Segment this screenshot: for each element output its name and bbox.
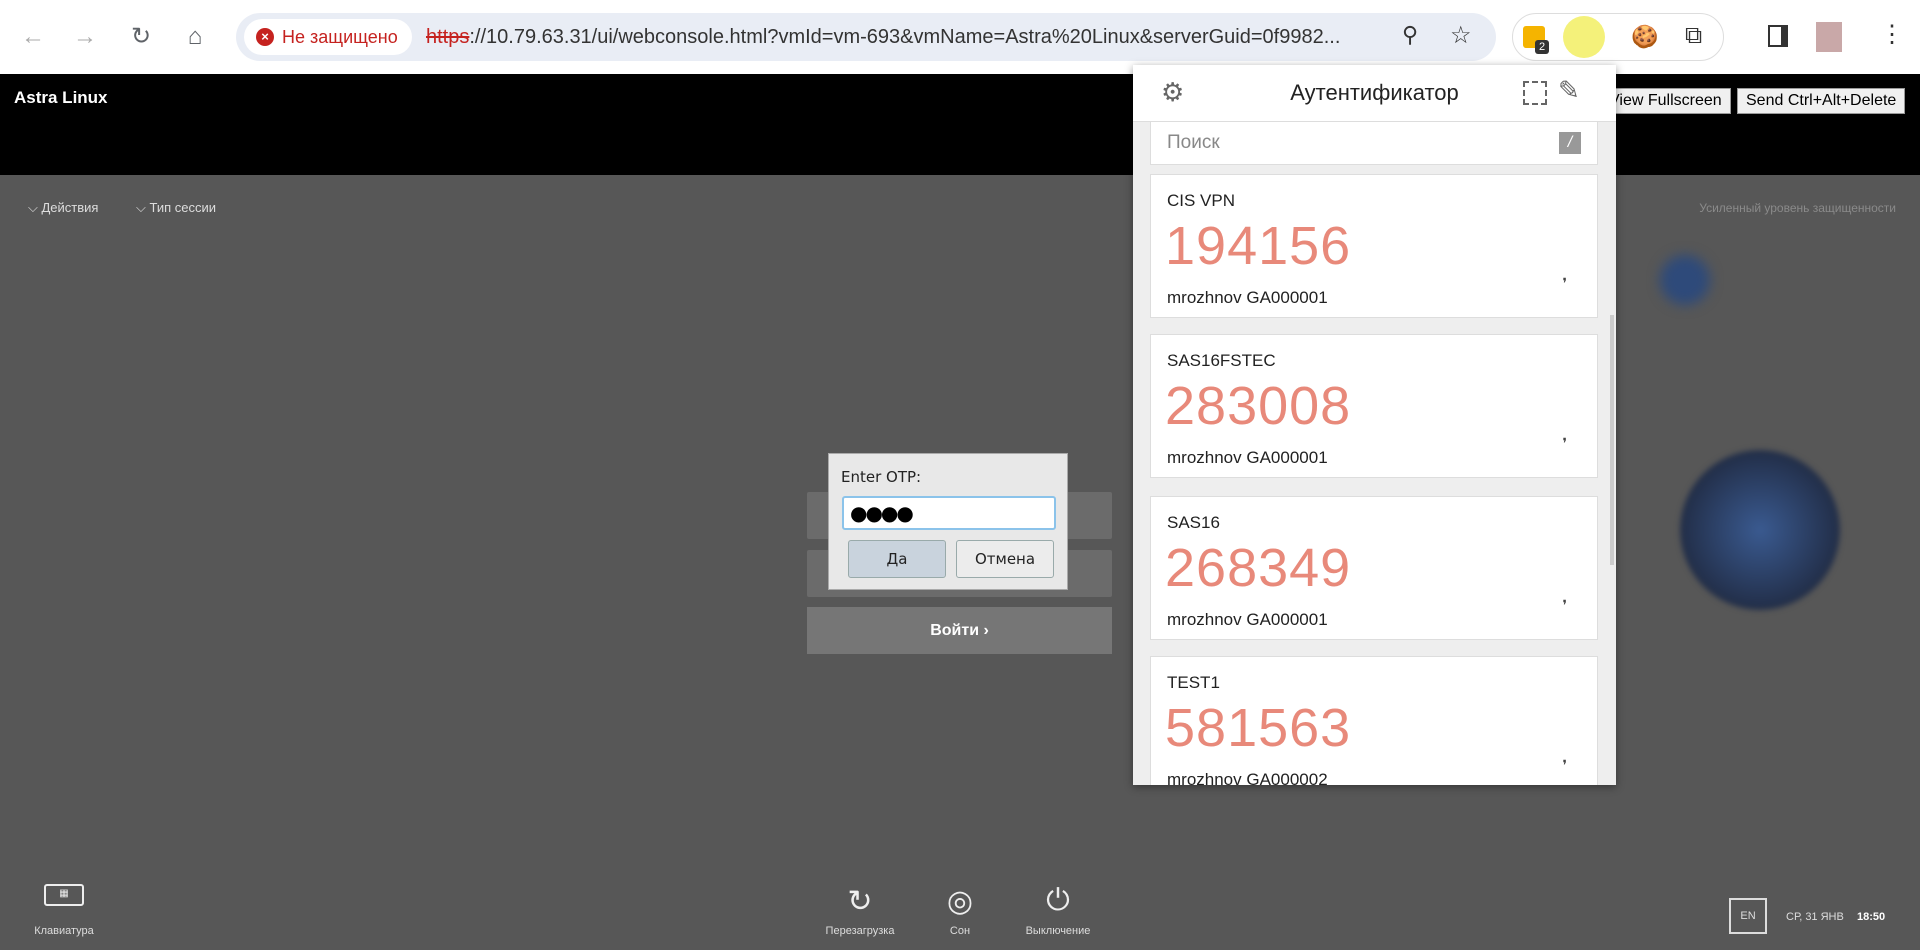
bookmark-star-icon[interactable]: ☆ [1450, 21, 1472, 50]
otp-entry[interactable]: CIS VPN 194156 mrozhnov GA000001 ❜ [1150, 174, 1598, 318]
power-icon[interactable]: ⏻ [1038, 884, 1078, 918]
otp-dialog: Enter OTP: ●●●● Да Отмена [828, 453, 1068, 590]
actions-menu[interactable]: ⌵ Действия [28, 200, 98, 216]
security-chip[interactable]: × Не защищено [244, 19, 412, 55]
insecure-icon: × [256, 28, 274, 46]
actions-label: Действия [41, 200, 99, 215]
otp-entry[interactable]: SAS16FSTEC 283008 mrozhnov GA000001 ❜ [1150, 334, 1598, 478]
otp-input[interactable]: ●●●● [842, 496, 1056, 530]
menu-icon[interactable]: ⋮ [1880, 20, 1904, 49]
back-icon[interactable]: ← [18, 22, 48, 52]
timer-icon: ❜ [1562, 757, 1567, 773]
side-panel-icon[interactable] [1768, 25, 1788, 47]
otp-label: Enter OTP: [841, 468, 922, 486]
entry-code[interactable]: 581563 [1165, 697, 1351, 759]
entry-account: mrozhnov GA000002 [1167, 770, 1328, 785]
zoom-icon[interactable]: ⚲ [1402, 22, 1418, 48]
entry-issuer: CIS VPN [1167, 191, 1236, 210]
search-placeholder: Поиск [1167, 132, 1220, 153]
restart-label[interactable]: Перезагрузка [810, 925, 910, 937]
date-text: СР, 31 ЯНВ [1786, 911, 1844, 923]
edit-pencil-icon[interactable]: ✎ [1558, 75, 1580, 106]
view-fullscreen-button[interactable]: View Fullscreen [1600, 88, 1731, 114]
cancel-button[interactable]: Отмена [956, 540, 1054, 578]
popup-header: ⚙ Аутентификатор ✎ [1133, 65, 1616, 122]
ok-button[interactable]: Да [848, 540, 946, 578]
otp-entry[interactable]: TEST1 581563 mrozhnov GA000002 ❜ [1150, 656, 1598, 785]
keyboard-label[interactable]: Клавиатура [20, 925, 108, 937]
otp-entry[interactable]: SAS16 268349 mrozhnov GA000001 ❜ [1150, 496, 1598, 640]
entry-account: mrozhnov GA000001 [1167, 288, 1328, 307]
entry-account: mrozhnov GA000001 [1167, 610, 1328, 629]
browser-toolbar: ← → ↻ ⌂ × Не защищено https://10.79.63.31… [0, 0, 1920, 74]
entry-code[interactable]: 268349 [1165, 537, 1351, 599]
extensions-puzzle-icon[interactable]: ⧉ [1685, 22, 1702, 50]
wallpaper-sphere [1680, 450, 1840, 610]
language-indicator[interactable]: EN [1729, 898, 1767, 934]
send-ctrl-alt-delete-button[interactable]: Send Ctrl+Alt+Delete [1737, 88, 1906, 114]
login-label: Войти [930, 622, 980, 639]
authenticator-popup: ⚙ Аутентификатор ✎ Поиск / CIS VPN 19415… [1133, 65, 1616, 785]
home-icon[interactable]: ⌂ [180, 22, 210, 52]
restart-icon[interactable]: ↻ [840, 884, 880, 919]
console-header: Astra Linux View Fullscreen Send Ctrl+Al… [0, 74, 1920, 175]
cookie-extension-icon[interactable]: 🍪 [1631, 24, 1658, 50]
reload-icon[interactable]: ↻ [126, 22, 156, 52]
sleep-icon[interactable]: ◎ [940, 884, 980, 919]
search-input[interactable]: Поиск / [1150, 122, 1598, 165]
sleep-label[interactable]: Сон [930, 925, 990, 937]
profile-avatar[interactable] [1816, 22, 1842, 52]
popup-scrollbar[interactable] [1610, 315, 1614, 565]
scan-qr-icon[interactable] [1523, 81, 1547, 105]
entry-issuer: TEST1 [1167, 673, 1220, 692]
console-title: Astra Linux [14, 88, 108, 107]
entry-issuer: SAS16FSTEC [1167, 351, 1276, 370]
url-text[interactable]: https://10.79.63.31/ui/webconsole.html?v… [426, 26, 1340, 49]
forward-icon[interactable]: → [70, 22, 100, 52]
timer-icon: ❜ [1562, 275, 1567, 291]
search-shortcut-key: / [1559, 132, 1581, 154]
entry-issuer: SAS16 [1167, 513, 1220, 532]
extensions-area: 2 🍪 ⧉ [1512, 13, 1724, 61]
entry-code[interactable]: 283008 [1165, 375, 1351, 437]
session-type-label: Тип сессии [149, 200, 217, 215]
wallpaper-sphere-small [1660, 255, 1710, 305]
session-type-menu[interactable]: ⌵ Тип сессии [136, 200, 216, 216]
keyboard-icon[interactable]: ▦ [44, 884, 84, 906]
security-level-text: Усиленный уровень защищенности [1699, 201, 1896, 215]
authenticator-extension-icon[interactable] [1563, 16, 1605, 58]
entry-code[interactable]: 194156 [1165, 215, 1351, 277]
url-rest: ://10.79.63.31/ui/webconsole.html?vmId=v… [469, 26, 1341, 48]
entry-account: mrozhnov GA000001 [1167, 448, 1328, 467]
timer-icon: ❜ [1562, 435, 1567, 451]
timer-icon: ❜ [1562, 597, 1567, 613]
security-label: Не защищено [282, 26, 398, 47]
login-button[interactable]: Войти › [807, 607, 1112, 654]
shutdown-label[interactable]: Выключение [1008, 925, 1108, 937]
address-bar[interactable]: × Не защищено https://10.79.63.31/ui/webc… [236, 13, 1496, 61]
extension-badge: 2 [1535, 40, 1550, 54]
url-scheme: https [426, 26, 470, 48]
time-text: 18:50 [1857, 911, 1886, 923]
